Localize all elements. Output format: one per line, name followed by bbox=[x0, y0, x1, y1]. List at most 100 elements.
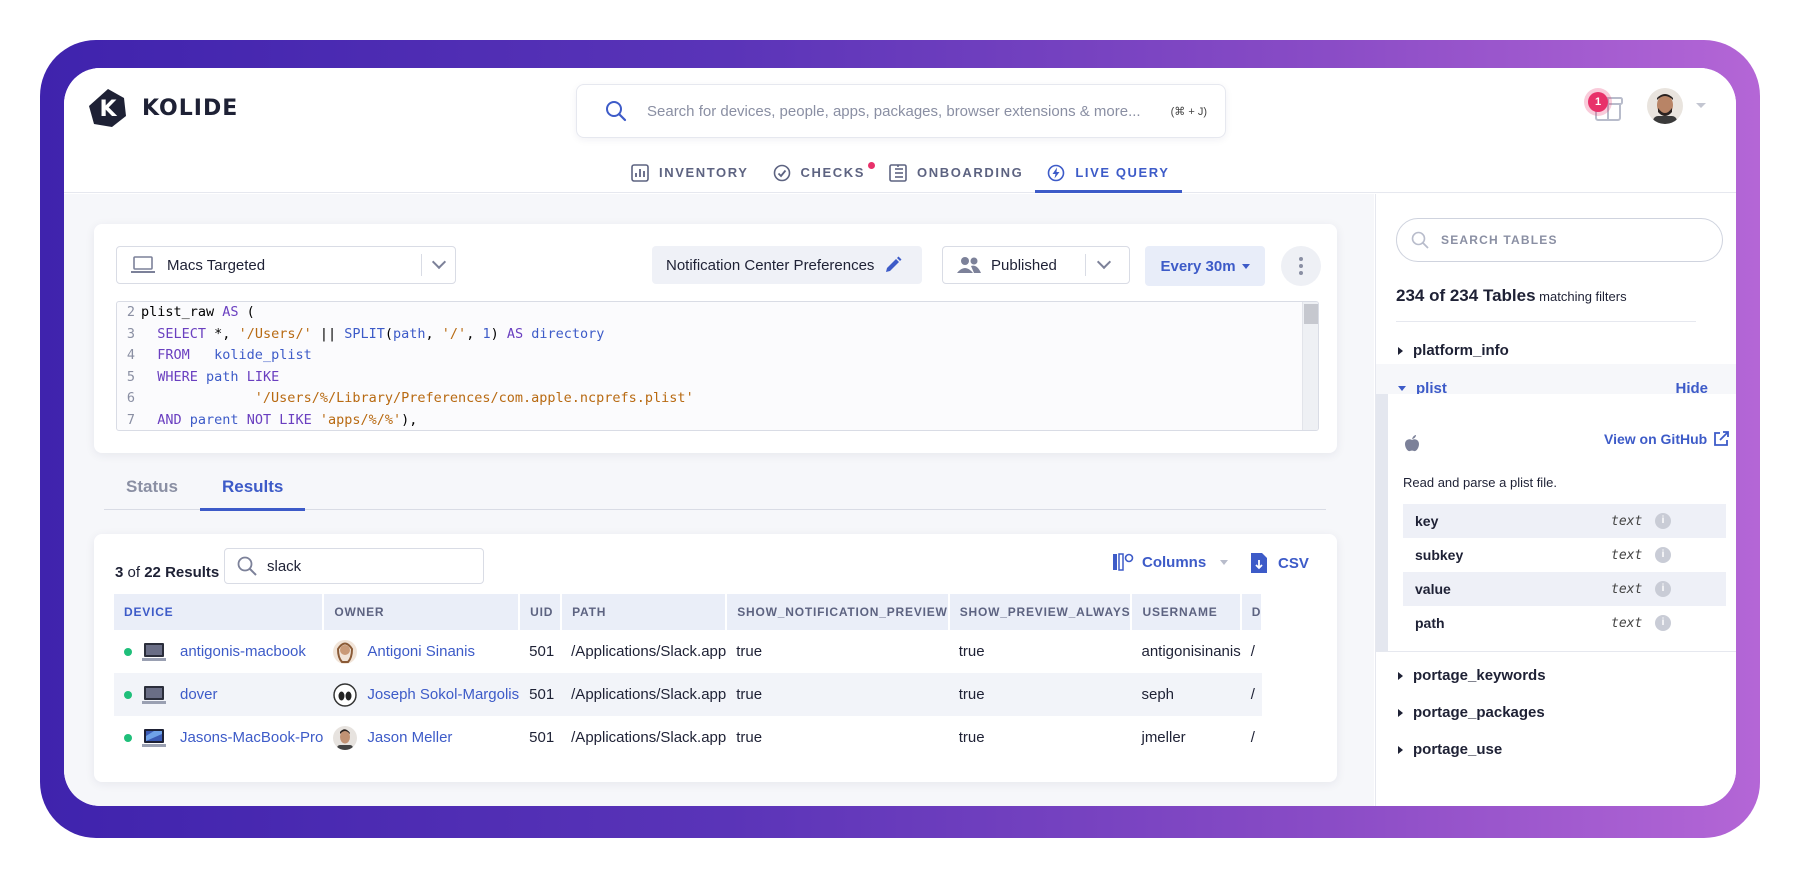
columns-label: Columns bbox=[1142, 553, 1207, 571]
line-number: 6 bbox=[126, 390, 135, 406]
show-notification-preview-cell: true bbox=[726, 673, 949, 716]
global-search-input[interactable]: Search for devices, people, apps, packag… bbox=[576, 84, 1226, 138]
column-name: key bbox=[1415, 513, 1439, 529]
svg-text:K: K bbox=[99, 97, 117, 122]
nav-checks[interactable]: CHECKS bbox=[761, 152, 878, 193]
tab-status[interactable]: Status bbox=[104, 469, 200, 510]
interval-label: Every 30m bbox=[1160, 257, 1236, 275]
info-icon[interactable]: i bbox=[1655, 615, 1671, 631]
result-tabs: Status Results bbox=[104, 469, 1326, 511]
main-nav: INVENTORY CHECKS ONBOARDING LIVE QUERY bbox=[619, 152, 1182, 193]
owner-link[interactable]: Joseph Sokol-Margolis bbox=[367, 685, 519, 702]
tab-results[interactable]: Results bbox=[199, 469, 306, 511]
device-link[interactable]: antigonis-macbook bbox=[180, 642, 306, 659]
check-circle-icon bbox=[773, 164, 790, 181]
nav-live-query[interactable]: LIVE QUERY bbox=[1035, 152, 1182, 193]
kolide-logo-icon: K bbox=[89, 89, 126, 127]
chevron-down-icon bbox=[431, 254, 447, 270]
column-header-show-preview-always[interactable]: SHOW_PREVIEW_ALWAYS bbox=[948, 594, 1133, 630]
owner-link[interactable]: Antigoni Sinanis bbox=[367, 642, 475, 659]
table-item-portage-packages[interactable]: portage_packages bbox=[1398, 704, 1545, 721]
table-row: dover Joseph Sokol-Margolis 501 /Applica… bbox=[114, 673, 1263, 716]
column-header-path[interactable]: PATH bbox=[561, 594, 728, 630]
columns-button[interactable]: Columns bbox=[1112, 552, 1229, 572]
line-number: 5 bbox=[126, 368, 135, 385]
column-header-device[interactable]: DEVICE bbox=[114, 594, 325, 630]
table-description: Read and parse a plist file. bbox=[1403, 475, 1557, 490]
column-type: text bbox=[1611, 581, 1643, 597]
search-icon bbox=[606, 101, 627, 122]
column-header-d[interactable]: D bbox=[1240, 594, 1264, 630]
apple-icon bbox=[1405, 435, 1419, 452]
truncated-cell: / bbox=[1240, 673, 1263, 716]
tables-count: 234 of 234 Tables matching filters bbox=[1396, 286, 1627, 306]
table-schema: key text i subkey text i value text i pa… bbox=[1403, 504, 1726, 640]
results-filter-input[interactable]: slack bbox=[224, 548, 484, 584]
path-cell: /Applications/Slack.app bbox=[561, 673, 727, 716]
search-tables-input[interactable]: SEARCH TABLES bbox=[1396, 218, 1723, 262]
device-link[interactable]: Jasons-MacBook-Pro bbox=[180, 728, 323, 745]
pencil-icon[interactable] bbox=[884, 256, 902, 274]
info-icon[interactable]: i bbox=[1655, 581, 1671, 597]
chevron-down-icon bbox=[1096, 254, 1112, 270]
csv-export-button[interactable]: CSV bbox=[1250, 552, 1309, 574]
columns-icon bbox=[1113, 553, 1134, 571]
more-options-button[interactable] bbox=[1281, 246, 1321, 286]
show-preview-always-cell: true bbox=[948, 673, 1132, 716]
code-text: FROM kolide_plist bbox=[157, 347, 312, 363]
caret-right-icon bbox=[1398, 708, 1403, 717]
table-item-platform-info[interactable]: platform_info bbox=[1398, 342, 1509, 359]
column-header-show-notification-preview[interactable]: SHOW_NOTIFICATION_PREVIEW bbox=[726, 594, 950, 630]
chevron-down-icon[interactable] bbox=[1696, 103, 1706, 108]
code-line: 7 AND parent NOT LIKE 'apps/%/%'), bbox=[117, 410, 1318, 431]
tables-count-strong: 234 of 234 Tables bbox=[1396, 286, 1536, 305]
nav-inventory[interactable]: INVENTORY bbox=[619, 152, 761, 193]
search-tables-placeholder: SEARCH TABLES bbox=[1441, 233, 1558, 247]
interval-button[interactable]: Every 30m bbox=[1145, 246, 1265, 286]
code-text: plist_raw AS ( bbox=[141, 304, 255, 320]
table-item-label: portage_keywords bbox=[1413, 667, 1546, 684]
column-header-uid[interactable]: UID bbox=[519, 594, 563, 630]
sql-code-editor[interactable]: 2 plist_raw AS (3 SELECT *, '/Users/' || … bbox=[116, 301, 1319, 431]
table-row: Jasons-MacBook-Pro Jason Meller 501 /App… bbox=[114, 716, 1262, 759]
editor-scrollbar[interactable] bbox=[1302, 302, 1318, 430]
checklist-icon bbox=[889, 163, 907, 182]
user-avatar[interactable] bbox=[1647, 88, 1683, 124]
nav-onboarding-label: ONBOARDING bbox=[917, 165, 1024, 180]
code-text: WHERE path LIKE bbox=[157, 368, 280, 385]
owner-link[interactable]: Jason Meller bbox=[367, 728, 452, 745]
table-item-portage-use[interactable]: portage_use bbox=[1398, 741, 1502, 758]
target-select[interactable]: Macs Targeted bbox=[116, 246, 456, 284]
bar-chart-icon bbox=[631, 163, 649, 182]
table-item-portage-keywords[interactable]: portage_keywords bbox=[1398, 667, 1546, 684]
target-select-value: Macs Targeted bbox=[167, 256, 266, 274]
column-header-owner[interactable]: OWNER bbox=[323, 594, 521, 630]
line-number: 3 bbox=[126, 325, 135, 342]
laptop-icon bbox=[131, 256, 155, 273]
info-icon[interactable]: i bbox=[1655, 513, 1671, 529]
column-type: text bbox=[1611, 513, 1643, 529]
device-link[interactable]: dover bbox=[180, 685, 218, 702]
nav-onboarding[interactable]: ONBOARDING bbox=[877, 152, 1035, 193]
editor-scroll-thumb[interactable] bbox=[1304, 304, 1318, 324]
code-line: 5 WHERE path LIKE bbox=[117, 367, 1318, 389]
table-item-label: platform_info bbox=[1413, 342, 1509, 359]
show-notification-preview-cell: true bbox=[736, 643, 763, 660]
notification-badge: 1 bbox=[1588, 92, 1608, 112]
app-window: K KOLIDE Search for devices, people, app… bbox=[64, 68, 1736, 806]
uid-cell: 501 bbox=[519, 673, 562, 716]
owner-avatar bbox=[333, 639, 358, 664]
info-icon[interactable]: i bbox=[1655, 547, 1671, 563]
query-name-field[interactable]: Notification Center Preferences bbox=[652, 246, 922, 284]
username-cell: seph bbox=[1131, 673, 1241, 716]
users-icon bbox=[957, 257, 981, 273]
query-editor-card: Macs Targeted Notification Center Prefer… bbox=[94, 224, 1337, 453]
publish-status-select[interactable]: Published bbox=[942, 246, 1130, 284]
results-table: DEVICE OWNER UID PATH SHOW_NOTIFICATION_… bbox=[114, 594, 1264, 759]
username-cell: antigonisinanis bbox=[1141, 643, 1241, 660]
results-label: Results bbox=[165, 564, 220, 581]
kolide-logo[interactable]: K KOLIDE bbox=[88, 88, 238, 128]
results-of: of bbox=[127, 564, 141, 581]
column-header-username[interactable]: USERNAME bbox=[1131, 594, 1242, 630]
view-on-github-link[interactable]: View on GitHub bbox=[1604, 431, 1730, 447]
